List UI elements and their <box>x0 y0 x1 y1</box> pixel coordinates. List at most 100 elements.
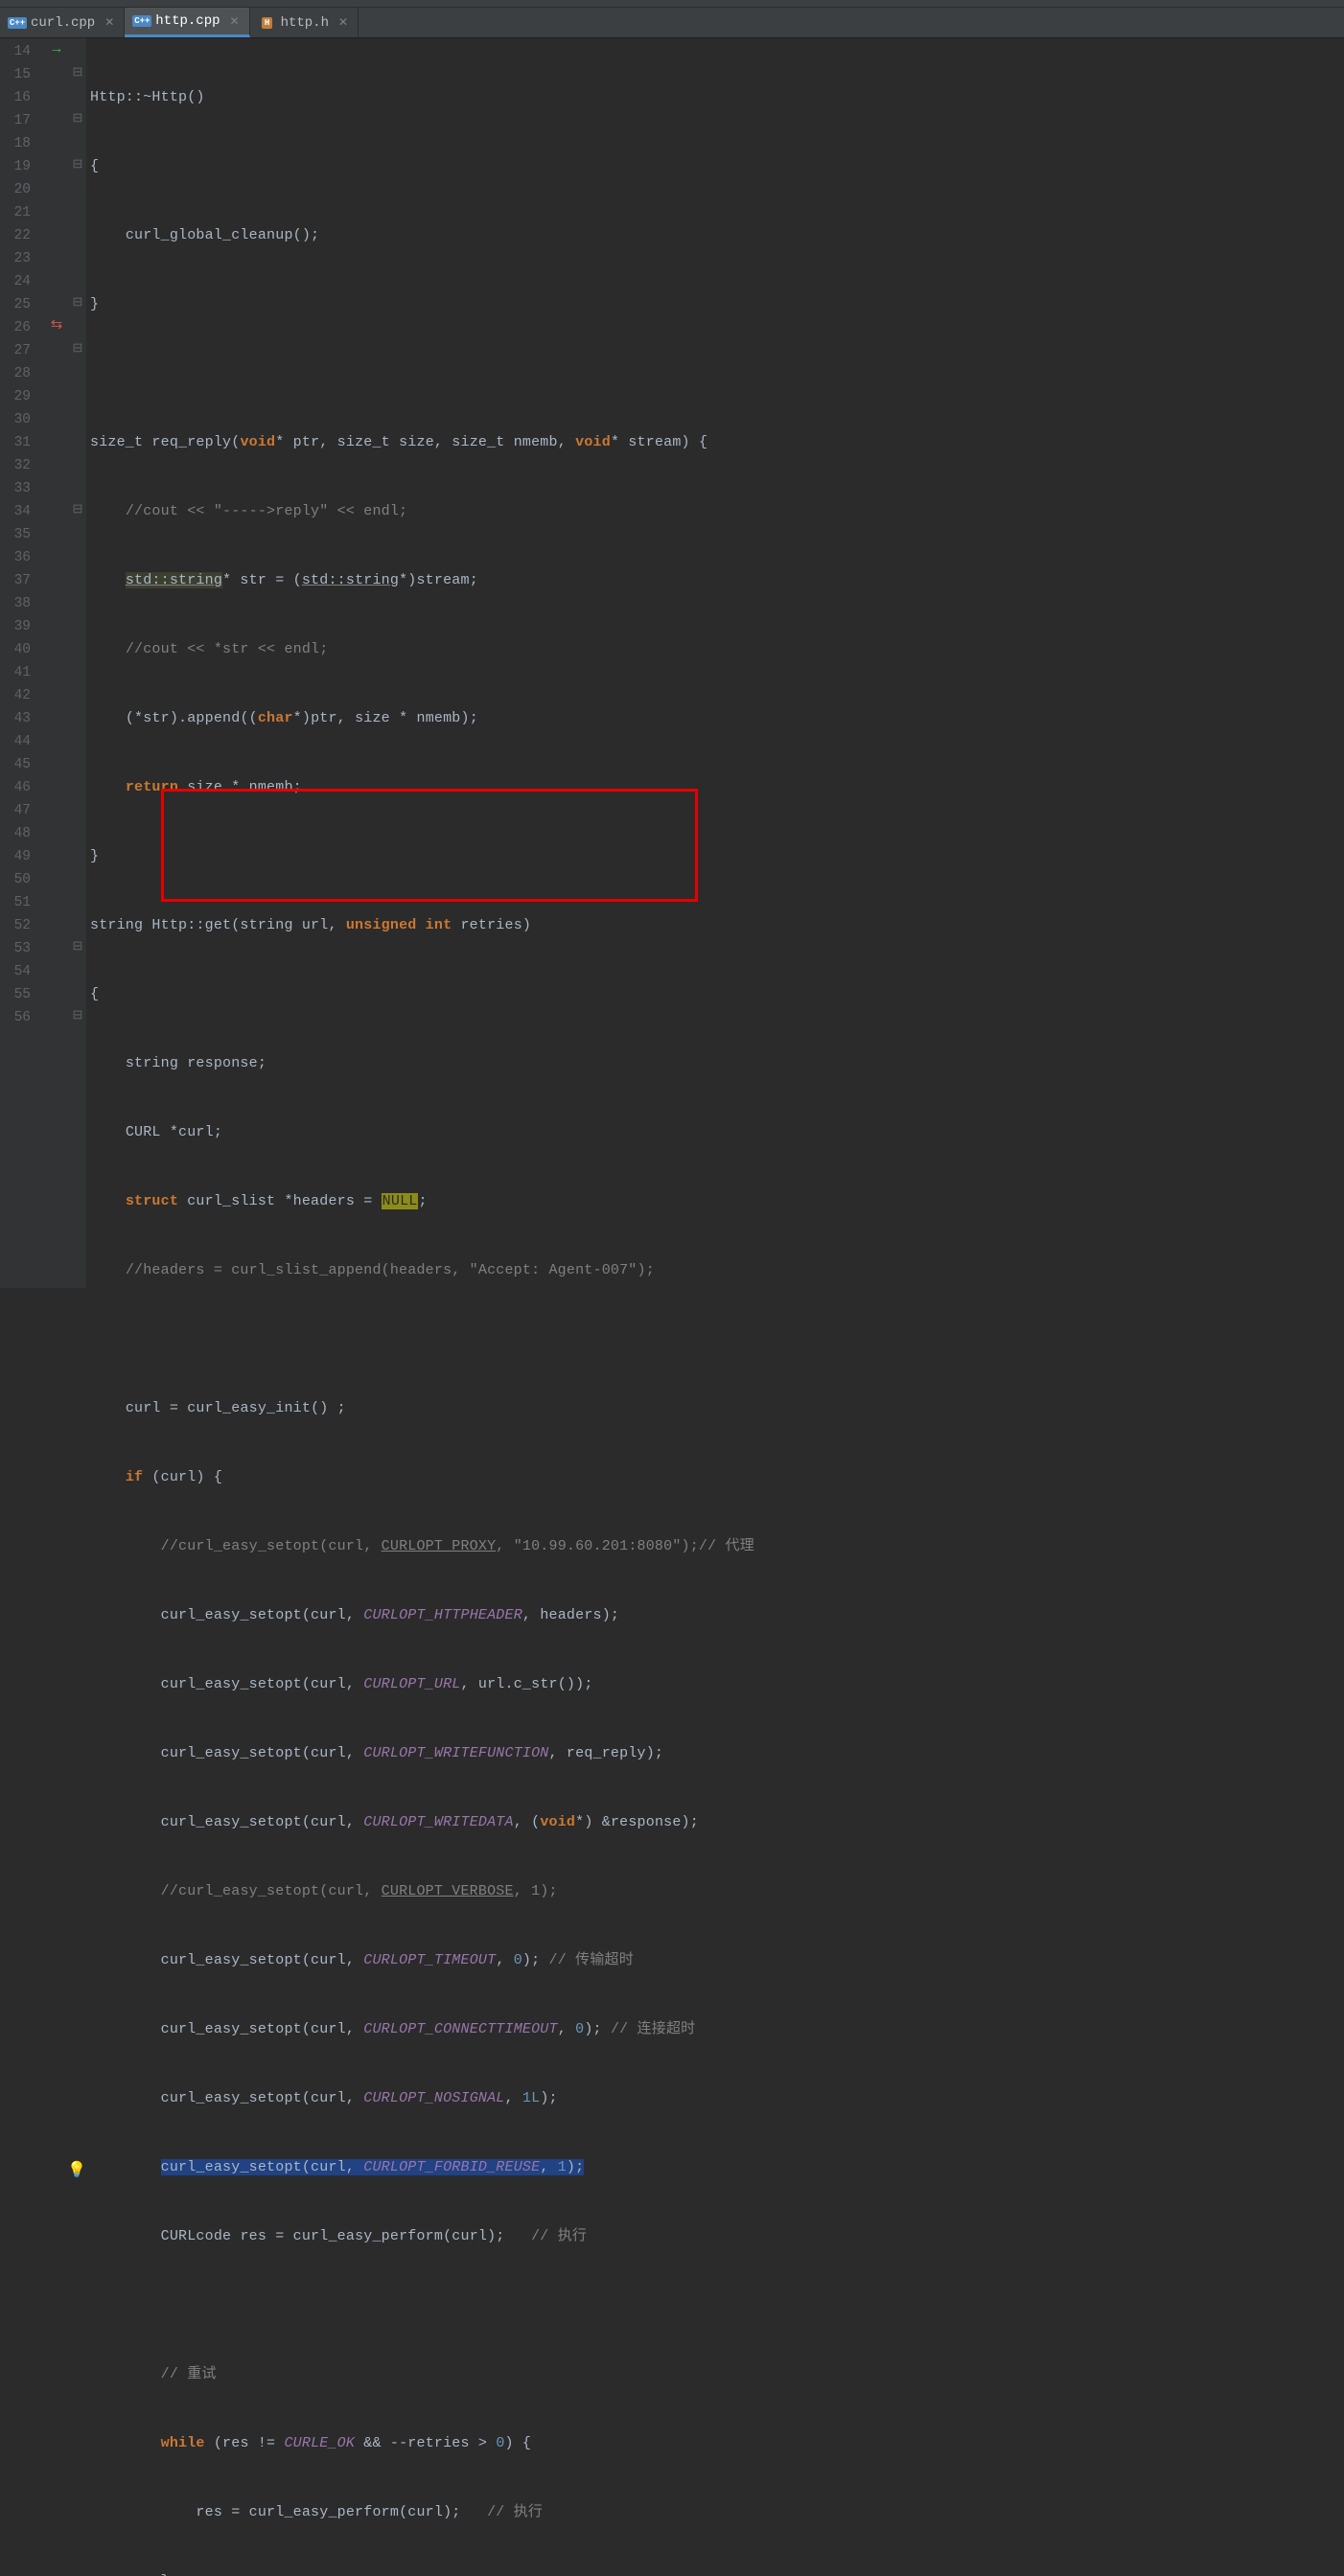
code-text: curl_easy_setopt <box>161 1607 302 1623</box>
code-text: curl_easy_init <box>187 1400 311 1416</box>
code-text: CURLOPT_NOSIGNAL <box>363 2090 504 2106</box>
code-text: //cout << *str << endl; <box>126 641 329 657</box>
code-text: (*str). <box>126 710 187 726</box>
code-text: (curl, <box>302 1952 363 1968</box>
code-text: curl_easy_perform <box>293 2228 443 2244</box>
cpp-icon: C++ <box>134 13 150 29</box>
code-text: char <box>258 710 293 726</box>
code-text: ) { <box>505 2435 532 2451</box>
cpp-icon: C++ <box>10 15 25 31</box>
code-text: (res != <box>205 2435 285 2451</box>
code-text: (string url, <box>231 917 346 933</box>
tab-label: http.cpp <box>155 13 220 29</box>
code-text: void <box>575 434 611 450</box>
code-text: *) &response); <box>575 1814 699 1830</box>
code-text: get <box>205 917 232 933</box>
code-text: std::string <box>302 572 399 588</box>
code-text: , headers); <box>522 1607 619 1623</box>
code-text: * stream) { <box>611 434 707 450</box>
code-text: curl_easy_setopt <box>161 1952 302 1968</box>
code-text: , req_reply); <box>549 1745 664 1761</box>
code-text: retries) <box>452 917 531 933</box>
tab-http-cpp[interactable]: C++ http.cpp ✕ <box>125 8 249 37</box>
code-text: std::string <box>126 572 222 588</box>
code-text: (curl) { <box>143 1469 222 1485</box>
code-text: (curl); <box>443 2228 531 2244</box>
code-text: //cout << "----->reply" << endl; <box>126 503 407 519</box>
code-text: ); <box>540 2090 557 2106</box>
code-text: curl_easy_setopt <box>161 2159 302 2175</box>
code-text: , <box>505 2090 522 2106</box>
close-icon[interactable]: ✕ <box>230 14 240 29</box>
code-text: void <box>540 1814 575 1830</box>
code-text: (curl, <box>302 1814 363 1830</box>
code-text: 1 <box>558 2159 567 2175</box>
code-text: while <box>161 2435 205 2451</box>
code-text: append <box>187 710 240 726</box>
code-text: curl_easy_setopt <box>161 2021 302 2037</box>
editor: 1415161718192021222324252627282930313233… <box>0 38 1344 1288</box>
code-text: // 传输超时 <box>549 1952 634 1968</box>
code-text: () ; <box>311 1400 346 1416</box>
code-text: *)stream; <box>399 572 478 588</box>
code-text: (); <box>293 227 320 243</box>
code-text: (curl, <box>302 2159 363 2175</box>
code-text: CURLOPT_CONNECTTIMEOUT <box>363 2021 557 2037</box>
code-text: , ( <box>514 1814 541 1830</box>
code-text: , 1); <box>514 1883 558 1899</box>
code-text: size * nmemb; <box>178 779 302 795</box>
tab-http-h[interactable]: H http.h ✕ <box>250 8 359 37</box>
code-text: // 连接超时 <box>611 2021 695 2037</box>
code-text: , <box>540 2159 557 2175</box>
editor-tabs: C++ curl.cpp ✕ C++ http.cpp ✕ H http.h ✕ <box>0 8 1344 38</box>
fold-gutter: ⊟ ⊟ ⊟ ⊟ ⊟ ⊟ ⊟ ⊟ <box>69 38 86 1288</box>
breadcrumb <box>0 0 1344 8</box>
code-text: struct <box>126 1193 178 1209</box>
code-text: (curl, <box>302 2090 363 2106</box>
code-text: CURLOPT_VERBOSE <box>382 1883 514 1899</box>
code-text: (curl, <box>302 2021 363 2037</box>
code-text: } <box>90 848 99 864</box>
code-text: curl_easy_setopt <box>161 2090 302 2106</box>
code-text: req_reply <box>151 434 231 450</box>
code-text: curl_easy_setopt <box>161 1814 302 1830</box>
code-text: CURLOPT_FORBID_REUSE <box>363 2159 540 2175</box>
code-text: //curl_easy_setopt(curl, <box>161 1538 382 1554</box>
code-text: ); <box>522 1952 549 1968</box>
code-text: if <box>126 1469 143 1485</box>
code-text: CURLOPT_TIMEOUT <box>363 1952 496 1968</box>
code-text: , url. <box>461 1676 514 1692</box>
code-text: CURLOPT_HTTPHEADER <box>363 1607 522 1623</box>
line-number-gutter: 1415161718192021222324252627282930313233… <box>0 38 44 1288</box>
code-text: { <box>90 986 99 1002</box>
code-text: CURL *curl; <box>126 1124 222 1140</box>
code-text: 0 <box>496 2435 504 2451</box>
code-text: size_t <box>90 434 151 450</box>
code-text: curl_easy_setopt <box>161 1676 302 1692</box>
code-text: 0 <box>575 2021 584 2037</box>
code-text: res = <box>196 2504 248 2520</box>
code-text: NULL <box>382 1193 419 1209</box>
close-icon[interactable]: ✕ <box>104 15 114 30</box>
code-text: ()); <box>558 1676 593 1692</box>
code-text: (curl, <box>302 1745 363 1761</box>
code-text: 0 <box>514 1952 522 1968</box>
code-text: ; <box>418 1193 427 1209</box>
code-text: // 执行 <box>531 2228 587 2244</box>
close-icon[interactable]: ✕ <box>338 15 348 30</box>
code-text: } <box>90 296 99 312</box>
code-text: CURLOPT_PROXY <box>382 1538 497 1554</box>
code-text: *)ptr, size * nmemb); <box>293 710 478 726</box>
code-text: ); <box>584 2021 611 2037</box>
code-area[interactable]: Http::~Http() { curl_global_cleanup(); }… <box>86 38 1344 1288</box>
tab-curl-cpp[interactable]: C++ curl.cpp ✕ <box>0 8 125 37</box>
code-text: c_str <box>514 1676 558 1692</box>
code-text: //curl_easy_setopt(curl, <box>161 1883 382 1899</box>
code-text: } <box>161 2573 170 2576</box>
code-text: void <box>240 434 275 450</box>
code-text: return <box>126 779 178 795</box>
code-text: curl_global_cleanup <box>126 227 293 243</box>
code-text: //headers = curl_slist_append(headers, "… <box>126 1262 655 1278</box>
tab-label: http.h <box>281 15 329 31</box>
lightbulb-icon[interactable]: 💡 <box>67 2159 86 2182</box>
